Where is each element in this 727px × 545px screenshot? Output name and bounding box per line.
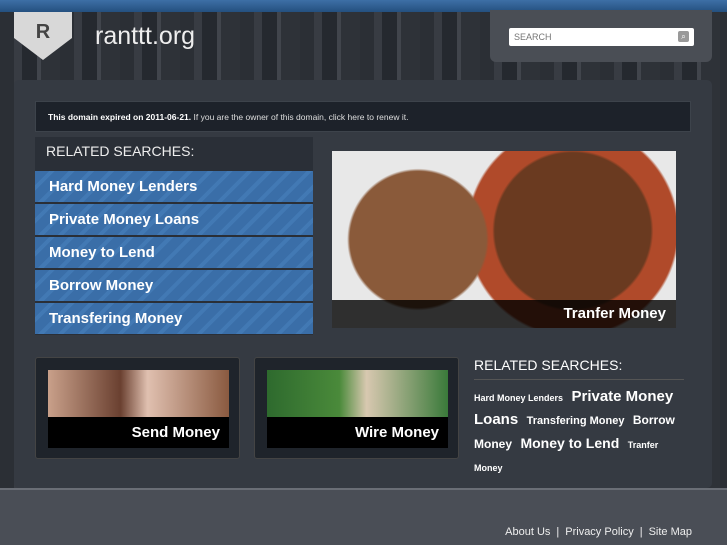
main-panel: This domain expired on 2011-06-21. If yo… xyxy=(14,80,712,488)
footer: About Us | Privacy Policy | Site Map xyxy=(0,488,727,545)
card-image xyxy=(267,370,448,417)
notice-bold: This domain expired on 2011-06-21. xyxy=(48,112,192,122)
search-icon[interactable]: ⌕ xyxy=(678,31,689,42)
expiry-notice[interactable]: This domain expired on 2011-06-21. If yo… xyxy=(35,101,691,132)
related-heading: RELATED SEARCHES: xyxy=(46,143,195,159)
related-link[interactable]: Hard Money Lenders xyxy=(35,171,313,202)
separator: | xyxy=(639,526,643,538)
card-label[interactable]: Send Money xyxy=(48,417,229,448)
related-searches-left: RELATED SEARCHES: Hard Money Lenders Pri… xyxy=(35,137,313,335)
related-searches-right: RELATED SEARCHES: Hard Money Lenders Pri… xyxy=(474,357,684,479)
related-link[interactable]: Transfering Money xyxy=(35,303,313,334)
related-heading: RELATED SEARCHES: xyxy=(474,357,684,380)
send-money-card[interactable]: Send Money xyxy=(35,357,240,459)
footer-privacy-link[interactable]: Privacy Policy xyxy=(565,526,633,538)
site-title[interactable]: ranttt.org xyxy=(95,22,195,51)
logo-shield-icon: R xyxy=(14,12,72,60)
featured-caption[interactable]: Tranfer Money xyxy=(332,300,676,328)
related-link[interactable]: Money to Lend xyxy=(35,237,313,268)
separator: | xyxy=(556,526,560,538)
notice-text: If you are the owner of this domain, cli… xyxy=(191,112,409,122)
card-label[interactable]: Wire Money xyxy=(267,417,448,448)
footer-about-link[interactable]: About Us xyxy=(505,526,550,538)
card-image xyxy=(48,370,229,417)
tag-link[interactable]: Money to Lend xyxy=(520,435,619,451)
search-panel: ⌕ xyxy=(490,10,712,62)
related-link[interactable]: Private Money Loans xyxy=(35,204,313,235)
wire-money-card[interactable]: Wire Money xyxy=(254,357,459,459)
tag-link[interactable]: Hard Money Lenders xyxy=(474,393,563,403)
footer-sitemap-link[interactable]: Site Map xyxy=(649,526,692,538)
logo-letter: R xyxy=(36,21,51,43)
featured-image[interactable]: Tranfer Money xyxy=(332,151,676,328)
search-input[interactable] xyxy=(509,28,694,46)
tag-link[interactable]: Transfering Money xyxy=(527,415,625,427)
related-link[interactable]: Borrow Money xyxy=(35,270,313,301)
